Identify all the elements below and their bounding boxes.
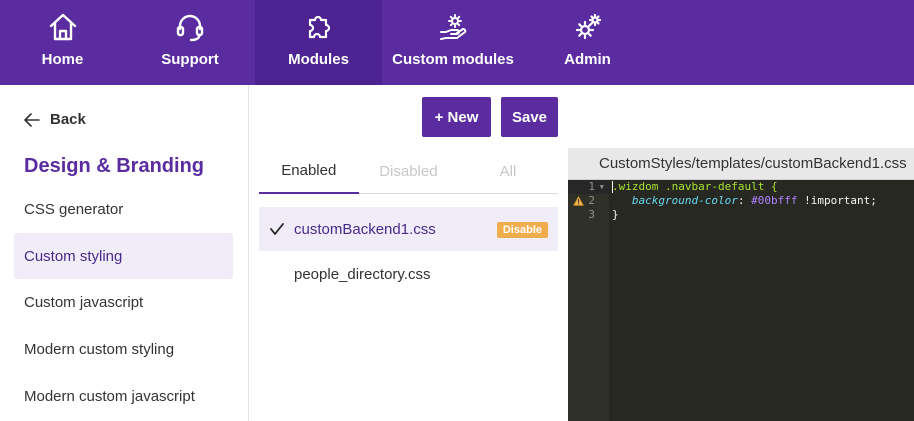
nav-home-label: Home: [41, 51, 84, 68]
code-line: }: [612, 208, 619, 221]
nav-modules-label: Modules: [288, 51, 349, 68]
sidebar-item-modern-custom-javascript[interactable]: Modern custom javascript: [14, 373, 233, 419]
sidebar-item-label: Modern custom styling: [24, 340, 175, 358]
top-navigation: Home Support Modules Custom modules Admi…: [0, 0, 914, 85]
sidebar-item-css-generator[interactable]: CSS generator: [14, 186, 233, 232]
nav-modules[interactable]: Modules: [255, 0, 382, 85]
puzzle-icon: [303, 11, 335, 43]
file-row-custombackend1[interactable]: customBackend1.css Disable: [259, 207, 558, 251]
nav-custom-modules[interactable]: Custom modules: [382, 0, 524, 85]
sidebar-item-label: Modern custom javascript: [24, 387, 195, 405]
tab-disabled[interactable]: Disabled: [359, 149, 459, 193]
sidebar-item-custom-javascript[interactable]: Custom javascript: [14, 279, 233, 325]
section-title: Design & Branding: [24, 155, 205, 177]
home-icon: [47, 11, 79, 43]
line-number: 1 ▼: [568, 180, 609, 194]
nav-custom-modules-label: Custom modules: [392, 51, 514, 68]
sidebar-item-label: Custom styling: [24, 247, 123, 265]
file-row-people-directory[interactable]: people_directory.css: [259, 252, 558, 296]
filter-tabs: Enabled Disabled All: [259, 149, 558, 194]
nav-support[interactable]: Support: [125, 0, 255, 85]
sidebar-item-label: CSS generator: [24, 200, 124, 218]
checkmark-icon: [259, 222, 294, 236]
file-name: people_directory.css: [294, 265, 431, 283]
code-editor[interactable]: 1 ▼ 2 3 .wizdom .navbar-default { backgr…: [568, 180, 914, 421]
warning-icon: [573, 196, 584, 206]
file-list-panel: + New Save Enabled Disabled All customBa…: [249, 85, 568, 421]
code-line: .wizdom .navbar-default {: [612, 180, 778, 193]
code-line: background-color: #00bfff !important;: [631, 194, 877, 207]
nav-support-label: Support: [161, 51, 219, 68]
tab-enabled[interactable]: Enabled: [259, 149, 359, 194]
save-button[interactable]: Save: [501, 97, 558, 137]
sidebar: Back Design & Branding CSS generator Cus…: [0, 85, 249, 421]
sidebar-item-label: Custom javascript: [24, 293, 144, 311]
nav-admin[interactable]: Admin: [524, 0, 651, 85]
arrow-left-icon: [24, 112, 40, 127]
sidebar-item-modern-custom-styling[interactable]: Modern custom styling: [14, 326, 233, 372]
fold-arrow-icon[interactable]: ▼: [600, 180, 604, 194]
gears-icon: [572, 11, 604, 43]
back-button[interactable]: Back: [24, 111, 86, 128]
hand-gear-icon: [437, 11, 469, 43]
disable-badge-button[interactable]: Disable: [496, 222, 548, 238]
new-button[interactable]: + New: [422, 97, 491, 137]
editor-file-path: CustomStyles/templates/customBackend1.cs…: [568, 148, 914, 180]
editor-gutter: 1 ▼ 2 3: [568, 180, 609, 421]
nav-home[interactable]: Home: [0, 0, 125, 85]
headset-icon: [174, 11, 206, 43]
tab-all[interactable]: All: [458, 149, 558, 193]
line-number: 2: [568, 194, 609, 208]
sidebar-item-custom-styling[interactable]: Custom styling: [14, 233, 233, 279]
editor-panel: CustomStyles/templates/customBackend1.cs…: [568, 85, 914, 421]
nav-admin-label: Admin: [564, 51, 611, 68]
line-number: 3: [588, 208, 595, 221]
back-label: Back: [50, 111, 86, 128]
